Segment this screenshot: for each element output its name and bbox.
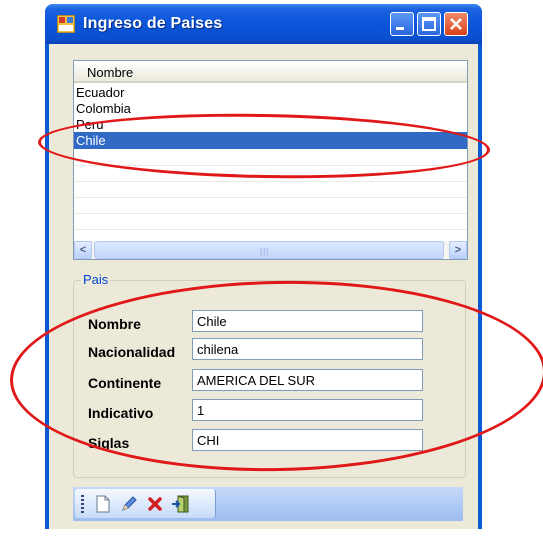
horizontal-scrollbar[interactable]: < ||| > bbox=[74, 241, 467, 259]
continente-label: Continente bbox=[88, 375, 162, 391]
list-item[interactable]: Ecuador bbox=[74, 84, 467, 101]
minimize-icon bbox=[396, 27, 404, 30]
toolstrip bbox=[75, 489, 216, 518]
indicativo-label: Indicativo bbox=[88, 405, 154, 421]
form-icon bbox=[57, 15, 75, 33]
column-header-nombre[interactable]: Nombre bbox=[74, 61, 467, 83]
window-client-area: Nombre Ecuador Colombia Peru Chile < |||… bbox=[49, 44, 478, 529]
list-item[interactable]: Colombia bbox=[74, 100, 467, 117]
close-button[interactable] bbox=[444, 12, 468, 36]
list-item[interactable]: Peru bbox=[74, 116, 467, 133]
toolbar bbox=[73, 487, 463, 521]
app-window: Ingreso de Paises Nombre Ecuador Colombi… bbox=[45, 4, 482, 529]
maximize-button[interactable] bbox=[417, 12, 441, 36]
edit-icon[interactable] bbox=[119, 494, 139, 514]
list-item-selected[interactable]: Chile bbox=[74, 132, 467, 149]
toolbar-grip-icon[interactable] bbox=[81, 495, 84, 513]
scroll-left-button[interactable]: < bbox=[74, 241, 92, 259]
delete-icon[interactable] bbox=[145, 494, 165, 514]
chevron-left-icon: < bbox=[79, 244, 87, 256]
indicativo-input[interactable]: 1 bbox=[192, 399, 423, 421]
siglas-input[interactable]: CHI bbox=[192, 429, 423, 451]
scroll-right-button[interactable]: > bbox=[449, 241, 467, 259]
groupbox-label: Pais bbox=[81, 272, 111, 287]
nacionalidad-input[interactable]: chilena bbox=[192, 338, 423, 360]
nombre-label: Nombre bbox=[88, 316, 141, 332]
exit-icon[interactable] bbox=[171, 494, 191, 514]
title-bar[interactable]: Ingreso de Paises bbox=[45, 4, 482, 44]
maximize-icon bbox=[422, 17, 436, 31]
countries-listview[interactable]: Nombre Ecuador Colombia Peru Chile < |||… bbox=[73, 60, 468, 260]
continente-input[interactable]: AMERICA DEL SUR bbox=[192, 369, 423, 391]
chevron-right-icon: > bbox=[454, 244, 462, 256]
column-header-label: Nombre bbox=[87, 65, 134, 80]
scrollbar-thumb[interactable]: ||| bbox=[94, 241, 444, 259]
minimize-button[interactable] bbox=[390, 12, 414, 36]
nacionalidad-label: Nacionalidad bbox=[88, 344, 176, 360]
close-icon bbox=[450, 18, 462, 30]
siglas-label: Siglas bbox=[88, 435, 130, 451]
nombre-input[interactable]: Chile bbox=[192, 310, 423, 332]
window-title: Ingreso de Paises bbox=[83, 15, 223, 32]
new-icon[interactable] bbox=[93, 494, 113, 514]
grip-icon: ||| bbox=[260, 247, 270, 256]
